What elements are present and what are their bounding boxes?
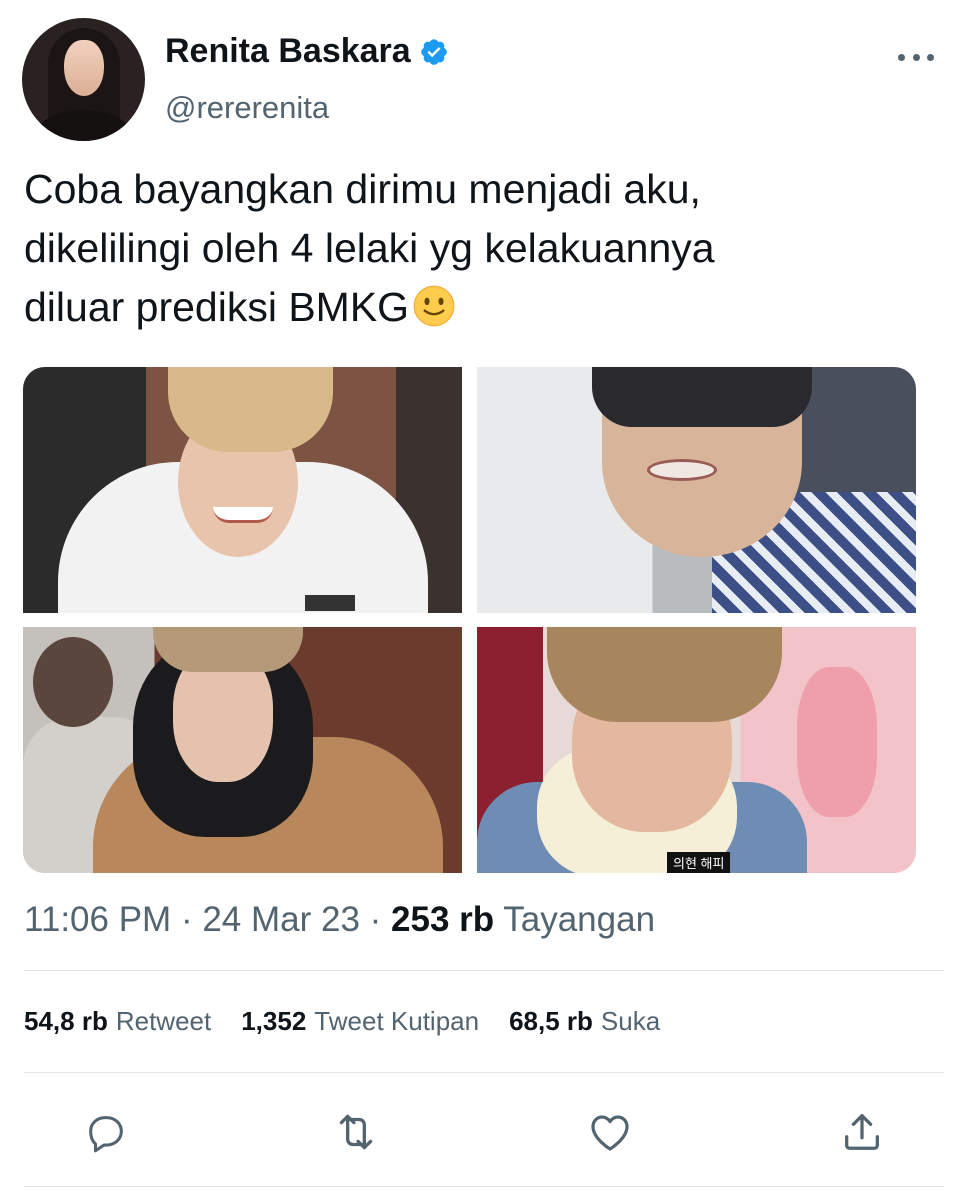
tweet-text-line: dikelilingi oleh 4 lelaki yg kelakuannya xyxy=(24,225,715,271)
tweet-date[interactable]: 24 Mar 23 xyxy=(202,900,360,939)
retweets-count: 54,8 rb xyxy=(24,1006,108,1036)
retweet-button[interactable] xyxy=(330,1106,382,1158)
divider xyxy=(24,1186,944,1187)
tweet-text-line: Coba bayangkan dirimu menjadi aku, xyxy=(24,166,701,212)
quotes-label: Tweet Kutipan xyxy=(314,1006,480,1036)
tweet-detail: Renita Baskara @rererenita Coba bayangka… xyxy=(0,0,968,1200)
retweets-label: Retweet xyxy=(115,1006,212,1036)
meta-separator: · xyxy=(171,900,203,939)
like-button[interactable] xyxy=(584,1106,636,1158)
handle[interactable]: @rererenita xyxy=(165,90,329,126)
action-bar xyxy=(0,1100,968,1164)
photo-2[interactable] xyxy=(477,367,916,613)
display-name-text[interactable]: Renita Baskara xyxy=(165,32,411,71)
photo-caption: 의현 해피 xyxy=(667,852,731,873)
likes-count: 68,5 rb xyxy=(509,1006,593,1036)
likes-stat[interactable]: 68,5 rb Suka xyxy=(509,1006,660,1037)
likes-label: Suka xyxy=(600,1006,661,1036)
tweet-meta: 11:06 PM · 24 Mar 23 · 253 rb Tayangan xyxy=(24,900,655,940)
slightly-smiling-face-icon xyxy=(413,285,455,327)
reply-button[interactable] xyxy=(80,1106,132,1158)
retweets-stat[interactable]: 54,8 rb Retweet xyxy=(24,1006,211,1037)
more-options-icon[interactable] xyxy=(898,42,934,72)
display-name[interactable]: Renita Baskara xyxy=(165,32,449,71)
divider xyxy=(24,970,944,971)
like-icon xyxy=(591,1115,629,1151)
tweet-text-line-content: diluar prediksi BMKG xyxy=(24,284,410,330)
views-count: 253 rb xyxy=(391,900,495,939)
photo-3[interactable] xyxy=(23,627,462,873)
retweet-icon xyxy=(339,1114,373,1150)
photo-1[interactable] xyxy=(23,367,462,613)
tweet-time: 11:06 PM xyxy=(24,900,172,939)
avatar[interactable] xyxy=(22,18,145,141)
divider xyxy=(24,1072,944,1073)
share-button[interactable] xyxy=(836,1106,888,1158)
verified-badge-icon xyxy=(420,38,447,65)
quotes-stat[interactable]: 1,352 Tweet Kutipan xyxy=(241,1006,479,1037)
tweet-text-line: diluar prediksi BMKG xyxy=(24,278,944,337)
views-label: Tayangan xyxy=(503,900,656,939)
share-icon xyxy=(845,1114,879,1150)
tweet-text: Coba bayangkan dirimu menjadi aku, dikel… xyxy=(24,160,944,337)
photo-4[interactable]: 의현 해피 xyxy=(477,627,916,873)
quotes-count: 1,352 xyxy=(241,1006,307,1036)
meta-separator: · xyxy=(359,900,392,939)
engagement-stats: 54,8 rb Retweet 1,352 Tweet Kutipan 68,5 r… xyxy=(24,1006,660,1037)
media-grid: 의현 해피 xyxy=(23,367,916,873)
reply-icon xyxy=(89,1116,123,1153)
